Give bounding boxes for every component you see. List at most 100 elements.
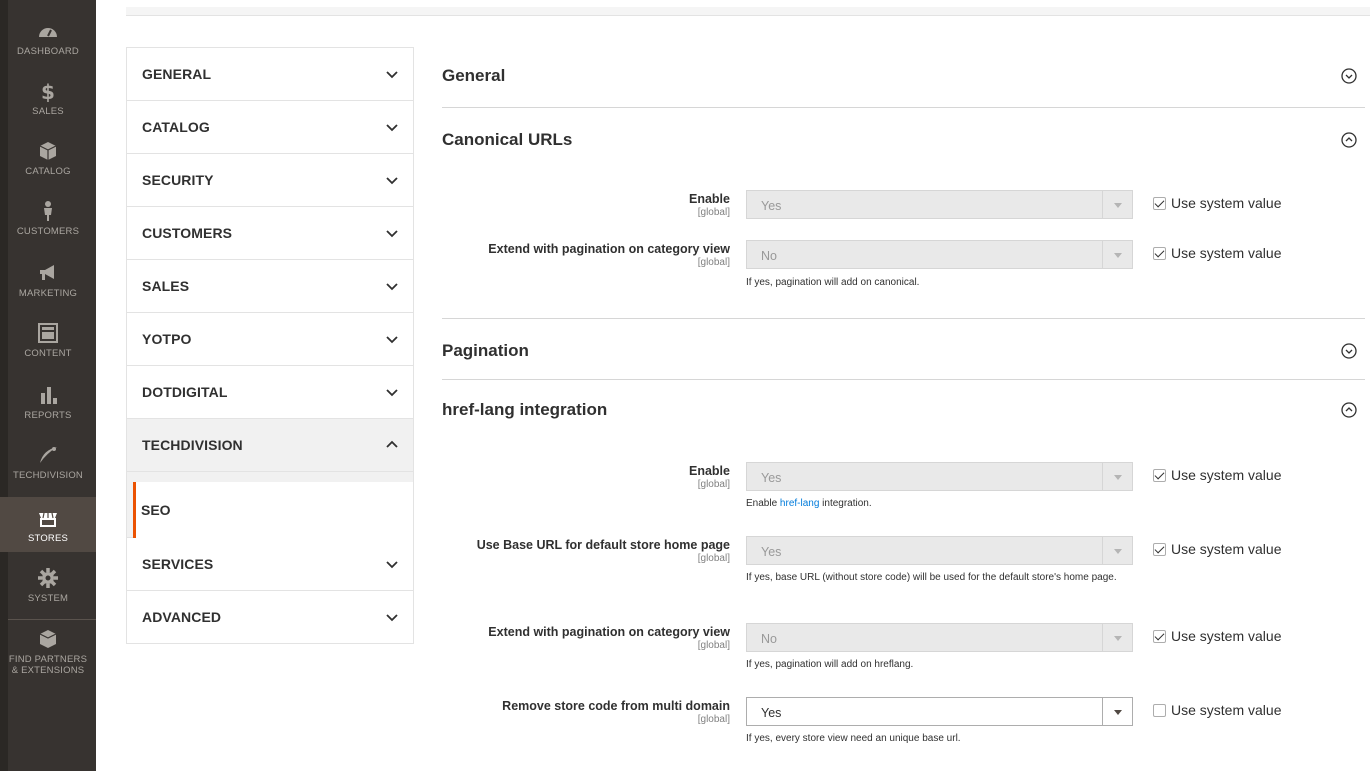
section-divider [442, 379, 1365, 380]
chevron-up-icon [386, 440, 398, 448]
chevron-down-icon [386, 561, 398, 569]
tab-label: DOTDIGITAL [142, 384, 228, 400]
tab-advanced[interactable]: ADVANCED [127, 591, 413, 644]
svg-text:$: $ [41, 80, 55, 102]
note-text: Enable [746, 498, 780, 509]
field-label-text: Enable [689, 464, 730, 478]
tab-label: GENERAL [142, 66, 212, 82]
tab-customers[interactable]: CUSTOMERS [127, 207, 413, 260]
collapse-circle-icon [1341, 402, 1357, 418]
section-title: Pagination [442, 341, 529, 360]
menu-item-marketing[interactable]: MARKETING [0, 262, 96, 304]
canonical-enable-select[interactable]: Yes [746, 190, 1133, 219]
menu-item-stores[interactable]: STORES [0, 497, 96, 552]
checkbox-label: Use system value [1171, 541, 1282, 557]
menu-item-system[interactable]: SYSTEM [0, 567, 96, 609]
section-general-header[interactable]: General [442, 64, 1365, 88]
field-scope: [global] [697, 257, 730, 268]
hreflang-remove-code-select[interactable]: Yes [746, 697, 1133, 726]
menu-item-techdivision[interactable]: TECHDIVISION [0, 444, 96, 486]
hreflang-enable-select[interactable]: Yes [746, 462, 1133, 491]
menu-item-customers[interactable]: CUSTOMERS [0, 200, 96, 242]
checkbox-label: Use system value [1171, 195, 1282, 211]
checkbox[interactable] [1153, 542, 1166, 556]
field-scope: [global] [697, 714, 730, 725]
tab-sales[interactable]: SALES [127, 260, 413, 313]
section-pagination-header[interactable]: Pagination [442, 339, 1365, 363]
tab-yotpo[interactable]: YOTPO [127, 313, 413, 366]
menu-item-find-partners[interactable]: FIND PARTNERS & EXTENSIONS [0, 628, 96, 683]
menu-label: CONTENT [24, 348, 72, 359]
section-divider [442, 107, 1365, 108]
section-title: General [442, 66, 506, 85]
checkbox-label: Use system value [1171, 467, 1282, 483]
checkbox[interactable] [1153, 468, 1166, 482]
checkbox[interactable] [1153, 196, 1166, 210]
tab-services[interactable]: SERVICES [127, 538, 413, 591]
field-scope: [global] [697, 553, 730, 564]
menu-separator [8, 619, 96, 620]
tab-general[interactable]: GENERAL [127, 48, 413, 101]
person-icon [44, 201, 52, 221]
hreflang-remove-code-system-value[interactable]: Use system value [1153, 702, 1281, 718]
subitem-seo[interactable]: SEO [133, 482, 413, 538]
page-top-bar [126, 7, 1370, 16]
gear-icon [38, 568, 58, 588]
tab-techdivision[interactable]: TECHDIVISION [127, 419, 413, 472]
tab-dotdigital[interactable]: DOTDIGITAL [127, 366, 413, 419]
hreflang-extend-select[interactable]: No [746, 623, 1133, 652]
checkbox[interactable] [1153, 246, 1166, 260]
dropdown-arrow-icon [1102, 698, 1132, 725]
menu-label: TECHDIVISION [13, 470, 83, 481]
tab-label: CUSTOMERS [142, 225, 233, 241]
menu-item-sales[interactable]: $ SALES [0, 80, 96, 122]
dashboard-icon [39, 28, 57, 37]
field-scope: [global] [697, 640, 730, 651]
checkbox[interactable] [1153, 629, 1166, 643]
canonical-extend-select[interactable]: No [746, 240, 1133, 269]
menu-item-reports[interactable]: REPORTS [0, 384, 96, 426]
menu-label: FIND PARTNERS [8, 654, 88, 665]
tab-label: SECURITY [142, 172, 214, 188]
field-label-hreflang-extend: Extend with pagination on category view … [430, 625, 730, 651]
hreflang-enable-system-value[interactable]: Use system value [1153, 467, 1281, 483]
checkbox-label: Use system value [1171, 245, 1282, 261]
checkbox[interactable] [1153, 703, 1166, 717]
field-scope: [global] [697, 479, 730, 490]
href-lang-link[interactable]: href-lang [780, 498, 819, 509]
select-value: No [761, 249, 777, 263]
menu-item-dashboard[interactable]: DASHBOARD [0, 20, 96, 62]
section-hreflang-header[interactable]: href-lang integration [442, 398, 1365, 422]
tab-security[interactable]: SECURITY [127, 154, 413, 207]
checkbox-label: Use system value [1171, 702, 1282, 718]
canonical-enable-system-value[interactable]: Use system value [1153, 195, 1281, 211]
field-label-text: Remove store code from multi domain [502, 699, 730, 713]
hreflang-base-url-select[interactable]: Yes [746, 536, 1133, 565]
tab-label: ADVANCED [142, 609, 222, 625]
menu-item-catalog[interactable]: CATALOG [0, 140, 96, 182]
dropdown-arrow-icon [1102, 537, 1132, 564]
tab-label: TECHDIVISION [142, 437, 243, 453]
menu-label: CATALOG [25, 166, 71, 177]
menu-item-content[interactable]: CONTENT [0, 322, 96, 364]
menu-label: DASHBOARD [17, 46, 79, 57]
section-canonical-header[interactable]: Canonical URLs [442, 128, 1365, 152]
bar-chart-icon [41, 387, 57, 404]
hreflang-base-url-system-value[interactable]: Use system value [1153, 541, 1281, 557]
field-label-text: Extend with pagination on category view [488, 625, 730, 639]
field-label-text: Enable [689, 192, 730, 206]
config-tabs: GENERAL CATALOG SECURITY CUSTOMERS SALES… [126, 47, 414, 644]
field-label-canonical-enable: Enable [global] [430, 192, 730, 218]
dropdown-arrow-icon [1102, 191, 1132, 218]
canonical-extend-system-value[interactable]: Use system value [1153, 245, 1281, 261]
select-value: Yes [761, 706, 782, 720]
menu-label: STORES [27, 533, 69, 544]
field-label-hreflang-remove-code: Remove store code from multi domain [glo… [430, 699, 730, 725]
dropdown-arrow-icon [1102, 463, 1132, 490]
field-note: If yes, pagination will add on hreflang. [746, 659, 914, 670]
tab-catalog[interactable]: CATALOG [127, 101, 413, 154]
field-label-text: Extend with pagination on category view [488, 242, 730, 256]
chevron-down-icon [386, 177, 398, 185]
menu-label-line2: & EXTENSIONS [11, 665, 85, 676]
hreflang-extend-system-value[interactable]: Use system value [1153, 628, 1281, 644]
